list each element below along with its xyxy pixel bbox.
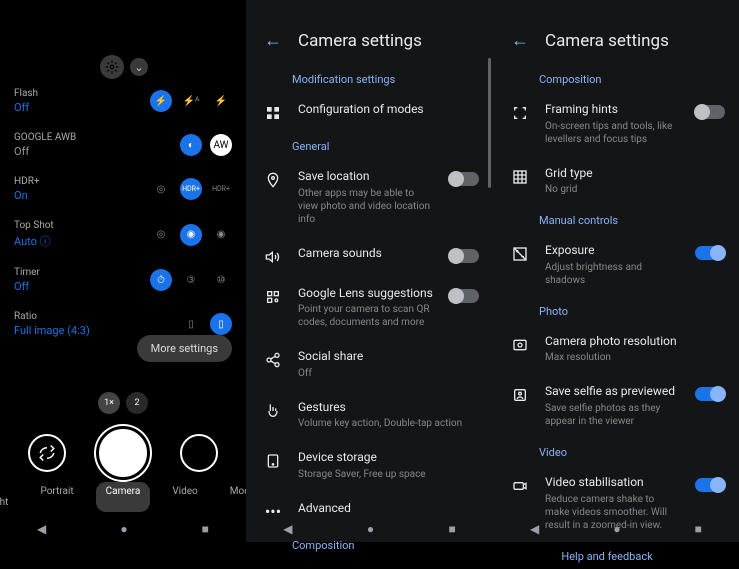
switch-camera-button[interactable]	[28, 434, 66, 472]
hdr-off-icon[interactable]: ◎	[150, 178, 172, 200]
exposure-icon	[511, 245, 529, 263]
flash-off-icon[interactable]: ⚡	[150, 90, 172, 112]
section-manual: Manual controls	[493, 206, 739, 233]
lens-icon	[264, 288, 282, 306]
item-resolution[interactable]: Camera photo resolutionMax resolution	[493, 324, 739, 375]
awb-on-icon[interactable]: AW	[210, 134, 232, 156]
zoom-2x[interactable]: 2	[126, 392, 148, 414]
item-framing-hints[interactable]: Framing hintsOn-screen tips and tools, l…	[493, 92, 739, 156]
timer-setting[interactable]: TimerOff ⏱ ③ ⑩	[14, 267, 232, 293]
timer-off-icon[interactable]: ⏱	[150, 269, 172, 291]
mode-portrait[interactable]: Portrait	[30, 482, 83, 512]
gesture-icon	[264, 402, 282, 420]
item-config-modes[interactable]: Configuration of modes	[246, 92, 493, 132]
topshot-on-icon[interactable]: ◉	[210, 224, 232, 246]
item-lens-suggestions[interactable]: Google Lens suggestionsPoint your camera…	[246, 276, 493, 340]
timer-3s-icon[interactable]: ③	[180, 269, 202, 291]
mode-night-sight[interactable]: ght Sight	[0, 482, 18, 512]
nav-back-icon[interactable]: ◀	[530, 522, 539, 536]
flash-on-icon[interactable]: ⚡	[210, 90, 232, 112]
flash-setting[interactable]: FlashOff ⚡ ⚡ᴬ ⚡	[14, 88, 232, 114]
section-video: Video	[493, 438, 739, 465]
settings-panel-a: ← Camera settings Modification settings …	[246, 0, 493, 542]
nav-back-icon[interactable]: ◀	[283, 522, 292, 536]
page-title: Camera settings	[545, 31, 669, 51]
timer-10s-icon[interactable]: ⑩	[210, 269, 232, 291]
gallery-button[interactable]	[180, 434, 218, 472]
sound-icon	[264, 248, 282, 266]
nav-recent-icon[interactable]: ■	[202, 522, 209, 536]
help-feedback-link[interactable]: Help and feedback	[493, 542, 739, 569]
item-device-storage[interactable]: Device storageStorage Saver, Free up spa…	[246, 440, 493, 491]
save-location-toggle[interactable]	[449, 172, 479, 186]
hdr-on-icon[interactable]: HDR+	[180, 178, 202, 200]
camera-sounds-toggle[interactable]	[449, 249, 479, 263]
more-settings-button[interactable]: More settings	[137, 335, 232, 362]
item-social-share[interactable]: Social shareOff	[246, 339, 493, 390]
camera-viewfinder-panel: ⌄ FlashOff ⚡ ⚡ᴬ ⚡ GOOGLE AWBOff ◐ AW HDR…	[0, 0, 246, 542]
hdr-setting[interactable]: HDR+On ◎ HDR+ HDR+	[14, 176, 232, 202]
back-arrow-icon[interactable]: ←	[264, 30, 282, 51]
nav-home-icon[interactable]: ●	[613, 522, 620, 536]
mode-camera[interactable]: Camera	[96, 482, 151, 512]
item-grid-type[interactable]: Grid typeNo grid	[493, 156, 739, 207]
section-general: General	[246, 132, 493, 159]
modes-icon	[264, 104, 282, 122]
item-exposure[interactable]: ExposureAdjust brightness and shadows	[493, 233, 739, 297]
awb-setting[interactable]: GOOGLE AWBOff ◐ AW	[14, 132, 232, 158]
ratio-full-icon[interactable]: ▯	[210, 313, 232, 335]
exposure-toggle[interactable]	[695, 246, 725, 260]
zoom-1x[interactable]: 1×	[98, 392, 120, 414]
nav-back-icon[interactable]: ◀	[37, 522, 46, 536]
flash-auto-icon[interactable]: ⚡ᴬ	[180, 90, 202, 112]
nav-home-icon[interactable]: ●	[120, 522, 127, 536]
section-composition: Composition	[493, 65, 739, 92]
nav-recent-icon[interactable]: ■	[449, 522, 456, 536]
location-icon	[264, 171, 282, 189]
scrollbar[interactable]	[488, 58, 491, 188]
item-save-location[interactable]: Save locationOther apps may be able to v…	[246, 159, 493, 236]
share-icon	[264, 351, 282, 369]
stabilisation-icon	[511, 477, 529, 495]
mode-video[interactable]: Video	[162, 482, 207, 512]
topshot-off-icon[interactable]: ◎	[150, 224, 172, 246]
ratio-setting[interactable]: RatioFull image (4:3) ▯ ▯	[14, 311, 232, 337]
framing-icon	[511, 104, 529, 122]
topshot-auto-icon[interactable]: ◉	[180, 224, 202, 246]
topshot-setting[interactable]: Top ShotAuto ⓘ ◎ ◉ ◉	[14, 220, 232, 249]
camera-mode-tabs: ght Sight Portrait Camera Video Modes	[0, 482, 246, 512]
hdr-enhanced-icon[interactable]: HDR+	[210, 178, 232, 200]
shutter-button[interactable]	[96, 426, 150, 480]
stabilisation-toggle[interactable]	[695, 478, 725, 492]
back-arrow-icon[interactable]: ←	[511, 30, 529, 51]
ratio-widescreen-icon[interactable]: ▯	[180, 313, 202, 335]
nav-home-icon[interactable]: ●	[367, 522, 374, 536]
chevron-down-icon[interactable]: ⌄	[130, 58, 148, 76]
item-gestures[interactable]: GesturesVolume key action, Double-tap ac…	[246, 390, 493, 441]
selfie-toggle[interactable]	[695, 387, 725, 401]
section-photo: Photo	[493, 297, 739, 324]
settings-gear-button[interactable]	[100, 55, 124, 79]
grid-icon	[511, 168, 529, 186]
storage-icon	[264, 452, 282, 470]
item-camera-sounds[interactable]: Camera sounds	[246, 236, 493, 276]
awb-off-icon[interactable]: ◐	[180, 134, 202, 156]
framing-hints-toggle[interactable]	[695, 105, 725, 119]
resolution-icon	[511, 336, 529, 354]
page-title: Camera settings	[298, 31, 422, 51]
selfie-icon	[511, 386, 529, 404]
nav-recent-icon[interactable]: ■	[695, 522, 702, 536]
settings-panel-b: ← Camera settings Composition Framing hi…	[493, 0, 739, 542]
section-modification: Modification settings	[246, 65, 493, 92]
lens-toggle[interactable]	[449, 289, 479, 303]
item-selfie-previewed[interactable]: Save selfie as previewedSave selfie phot…	[493, 374, 739, 438]
